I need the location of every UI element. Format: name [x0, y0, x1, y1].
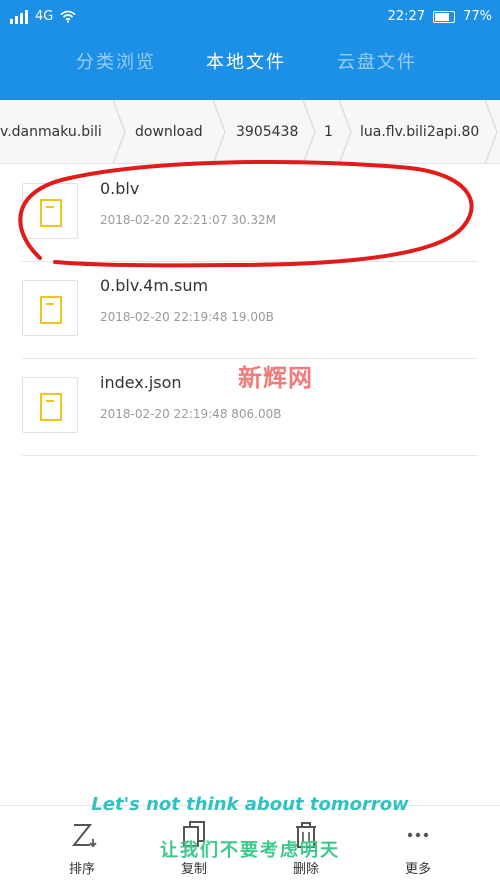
red-circle-annotation [18, 160, 474, 268]
subtitle-english: Let's not think about tomorrow [91, 794, 409, 815]
site-watermark: 新辉网 [238, 364, 313, 392]
subtitle-chinese: 让我们不要考虑明天 [160, 840, 340, 861]
